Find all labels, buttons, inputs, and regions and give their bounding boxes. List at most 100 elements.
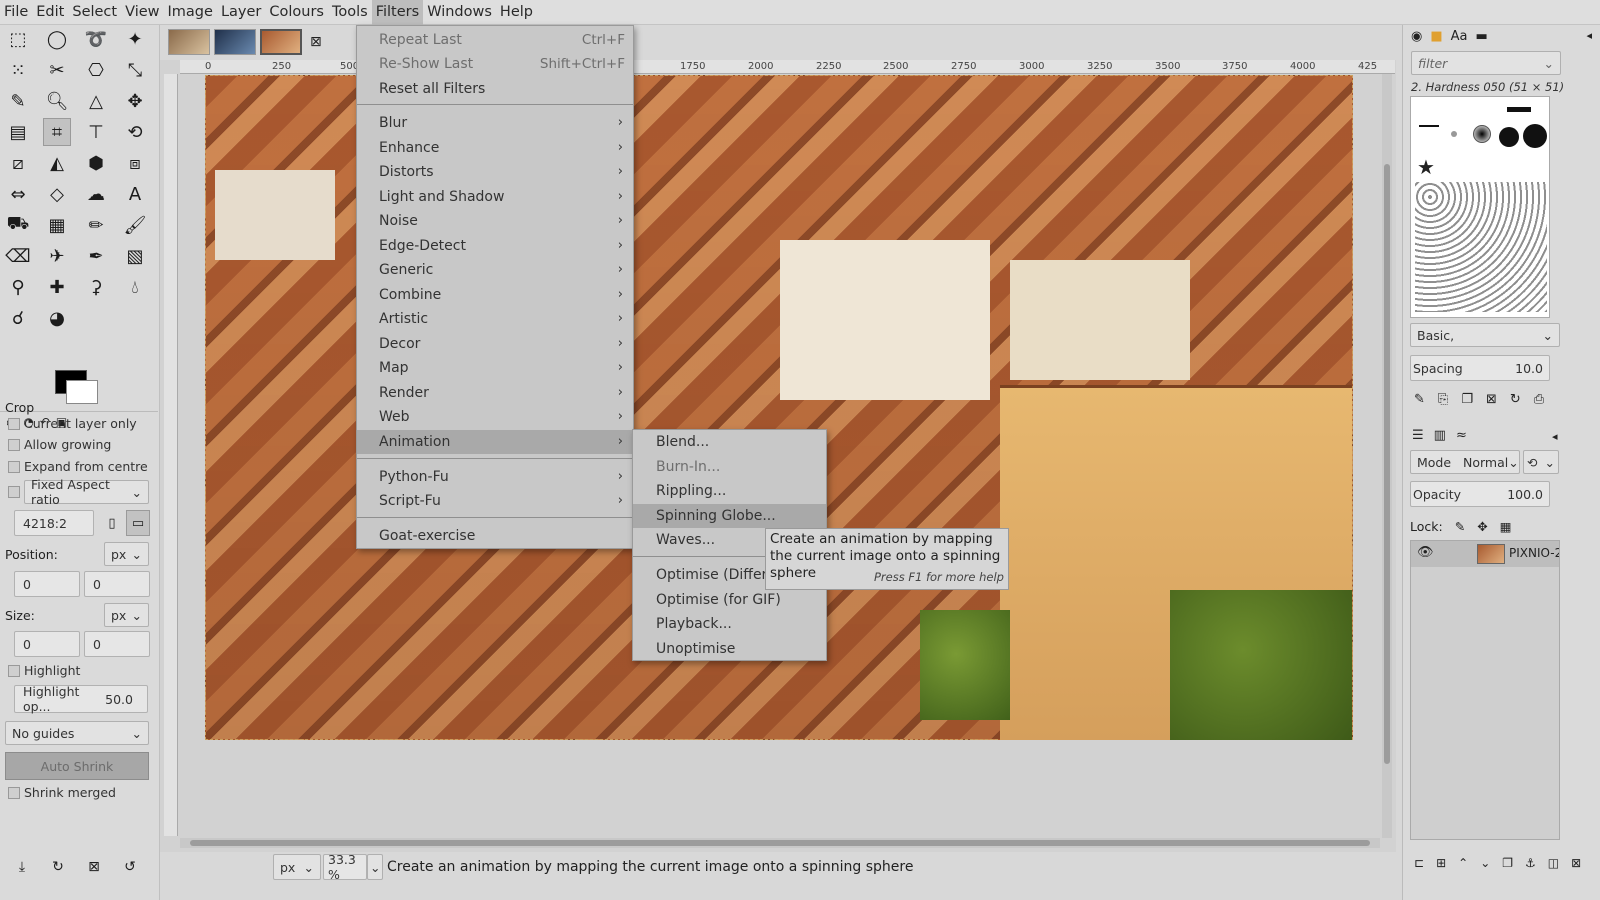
- menu-layer[interactable]: Layer: [217, 0, 265, 25]
- layers-list[interactable]: 👁︎ PIXNIO-2: [1410, 540, 1560, 840]
- menu-item-edge-detect[interactable]: Edge-Detect ›: [357, 234, 633, 258]
- color-picker-icon[interactable]: ✎: [4, 87, 32, 115]
- brush-texture-set[interactable]: [1415, 182, 1547, 312]
- mask-layer-icon[interactable]: ◫: [1548, 856, 1559, 870]
- bucket-fill-icon[interactable]: ⛟: [4, 211, 32, 239]
- lock-alpha-icon[interactable]: ▦: [1500, 519, 1512, 534]
- menu-item-artistic[interactable]: Artistic ›: [357, 307, 633, 331]
- smudge-icon[interactable]: ☁: [82, 180, 110, 208]
- dock-menu-icon[interactable]: ◂: [1552, 430, 1558, 443]
- scrollbar-thumb[interactable]: [190, 840, 1370, 846]
- menu-item-goat-exercise[interactable]: Goat-exercise: [357, 524, 633, 548]
- duplicate-brush-icon[interactable]: ❐: [1461, 392, 1473, 407]
- edit-brush-icon[interactable]: ✎: [1414, 392, 1425, 407]
- dock-menu-icon[interactable]: ◂: [1586, 29, 1592, 42]
- brushes-tab-icon[interactable]: ◉: [1411, 29, 1422, 44]
- clone-icon[interactable]: ⚲: [4, 273, 32, 301]
- horizontal-scrollbar[interactable]: [180, 838, 1380, 848]
- text-icon[interactable]: A: [121, 180, 149, 208]
- restore-options-icon[interactable]: ↻: [44, 853, 72, 881]
- auto-shrink-button[interactable]: Auto Shrink: [5, 752, 149, 780]
- menu-image[interactable]: Image: [164, 0, 217, 25]
- pencil-icon[interactable]: ✏: [82, 211, 110, 239]
- menu-item-combine[interactable]: Combine ›: [357, 283, 633, 307]
- align-icon[interactable]: ▤: [4, 118, 32, 146]
- new-layer-icon[interactable]: ⊞: [1436, 856, 1446, 870]
- raise-layer-icon[interactable]: ⌃: [1458, 856, 1468, 870]
- brush-item[interactable]: [1451, 131, 1457, 137]
- save-options-icon[interactable]: ⤓: [8, 853, 36, 881]
- crop-icon[interactable]: ⌗: [43, 118, 71, 146]
- menu-item-map[interactable]: Map ›: [357, 356, 633, 380]
- brush-preset-select[interactable]: Basic, ⌄: [1410, 323, 1560, 347]
- vertical-ruler[interactable]: [164, 74, 178, 836]
- layers-tab-icon[interactable]: ☰: [1412, 428, 1424, 443]
- aspect-ratio-field[interactable]: 4218:2: [14, 510, 94, 536]
- menu-select[interactable]: Select: [68, 0, 121, 25]
- vertical-scrollbar[interactable]: [1382, 74, 1392, 838]
- layer-mode-select[interactable]: Mode Normal ⌄: [1410, 450, 1520, 474]
- menu-colours[interactable]: Colours: [265, 0, 328, 25]
- menu-item-web[interactable]: Web ›: [357, 405, 633, 429]
- refresh-brushes-icon[interactable]: ↻: [1510, 392, 1521, 407]
- position-x-input[interactable]: 0: [14, 571, 80, 597]
- perspective-icon[interactable]: ⧈: [121, 149, 149, 177]
- close-icon[interactable]: ⊠: [310, 34, 322, 50]
- foreground-select-icon[interactable]: ⁙: [4, 56, 32, 84]
- zoom-field[interactable]: 33.3 %: [323, 852, 367, 882]
- menu-item-optimise-gif[interactable]: Optimise (for GIF): [633, 588, 826, 612]
- image-tab-thumbnail-active[interactable]: [260, 29, 302, 55]
- menu-item-animation[interactable]: Animation ›: [357, 430, 633, 454]
- delete-layer-icon[interactable]: ⊠: [1571, 856, 1581, 870]
- fixed-checkbox[interactable]: [8, 486, 20, 498]
- menu-tools[interactable]: Tools: [328, 0, 372, 25]
- menu-edit[interactable]: Edit: [32, 0, 68, 25]
- size-w-input[interactable]: 0: [14, 631, 80, 657]
- image-tab-thumbnail[interactable]: [168, 29, 210, 55]
- menu-item-unoptimise[interactable]: Unoptimise: [633, 637, 826, 661]
- heal-icon[interactable]: ✚: [43, 273, 71, 301]
- menu-item-reset-all[interactable]: Reset all Filters: [357, 77, 633, 101]
- menu-item-render[interactable]: Render ›: [357, 381, 633, 405]
- delete-brush-icon[interactable]: ⊠: [1486, 392, 1497, 407]
- brush-item[interactable]: [1473, 125, 1491, 143]
- brush-item[interactable]: [1419, 125, 1439, 127]
- fonts-tab-icon[interactable]: Aa: [1451, 29, 1468, 44]
- reset-options-icon[interactable]: ↺: [116, 853, 144, 881]
- unit-select[interactable]: px ⌄: [273, 854, 321, 880]
- mypaint-brush-icon[interactable]: ▧: [121, 242, 149, 270]
- patterns-tab-icon[interactable]: ■: [1430, 29, 1442, 44]
- menu-windows[interactable]: Windows: [423, 0, 496, 25]
- eye-icon[interactable]: 👁︎: [1417, 545, 1434, 560]
- menu-item-burn-in[interactable]: Burn-In...: [633, 455, 826, 479]
- zoom-dropdown[interactable]: ⌄: [367, 854, 383, 880]
- warp-icon[interactable]: ⤡: [121, 56, 149, 84]
- brush-item[interactable]: [1507, 107, 1531, 112]
- menu-help[interactable]: Help: [496, 0, 537, 25]
- menu-item-distorts[interactable]: Distorts ›: [357, 160, 633, 184]
- ink-icon[interactable]: ✒: [82, 242, 110, 270]
- fixed-mode-select[interactable]: Fixed Aspect ratio ⌄: [24, 477, 149, 507]
- menu-item-blur[interactable]: Blur ›: [357, 111, 633, 135]
- menu-item-decor[interactable]: Decor ›: [357, 332, 633, 356]
- current-layer-only-checkbox[interactable]: [8, 418, 20, 430]
- menu-item-repeat-last[interactable]: Repeat Last Ctrl+F: [357, 28, 633, 52]
- duplicate-layer-icon[interactable]: ❐: [1502, 856, 1513, 870]
- handle-transform-icon[interactable]: ◇: [43, 180, 71, 208]
- document-history-tab-icon[interactable]: ▬: [1476, 29, 1488, 44]
- scrollbar-thumb[interactable]: [1384, 164, 1390, 764]
- paintbrush-icon[interactable]: 🖌︎: [121, 211, 149, 239]
- open-brush-icon[interactable]: ⎙: [1534, 392, 1544, 407]
- brush-item[interactable]: ★: [1417, 155, 1435, 179]
- gradient-icon[interactable]: ▦: [43, 211, 71, 239]
- move-icon[interactable]: ✥: [121, 87, 149, 115]
- menu-view[interactable]: View: [121, 0, 163, 25]
- highlight-checkbox[interactable]: [8, 665, 20, 677]
- menu-item-rippling[interactable]: Rippling...: [633, 479, 826, 503]
- lower-layer-icon[interactable]: ⌄: [1480, 856, 1490, 870]
- position-unit-select[interactable]: px ⌄: [104, 542, 149, 566]
- brush-grid[interactable]: ★: [1410, 96, 1550, 318]
- menu-file[interactable]: File: [0, 0, 32, 25]
- menu-item-playback[interactable]: Playback...: [633, 612, 826, 636]
- fuzzy-select-icon[interactable]: ✦: [121, 25, 149, 53]
